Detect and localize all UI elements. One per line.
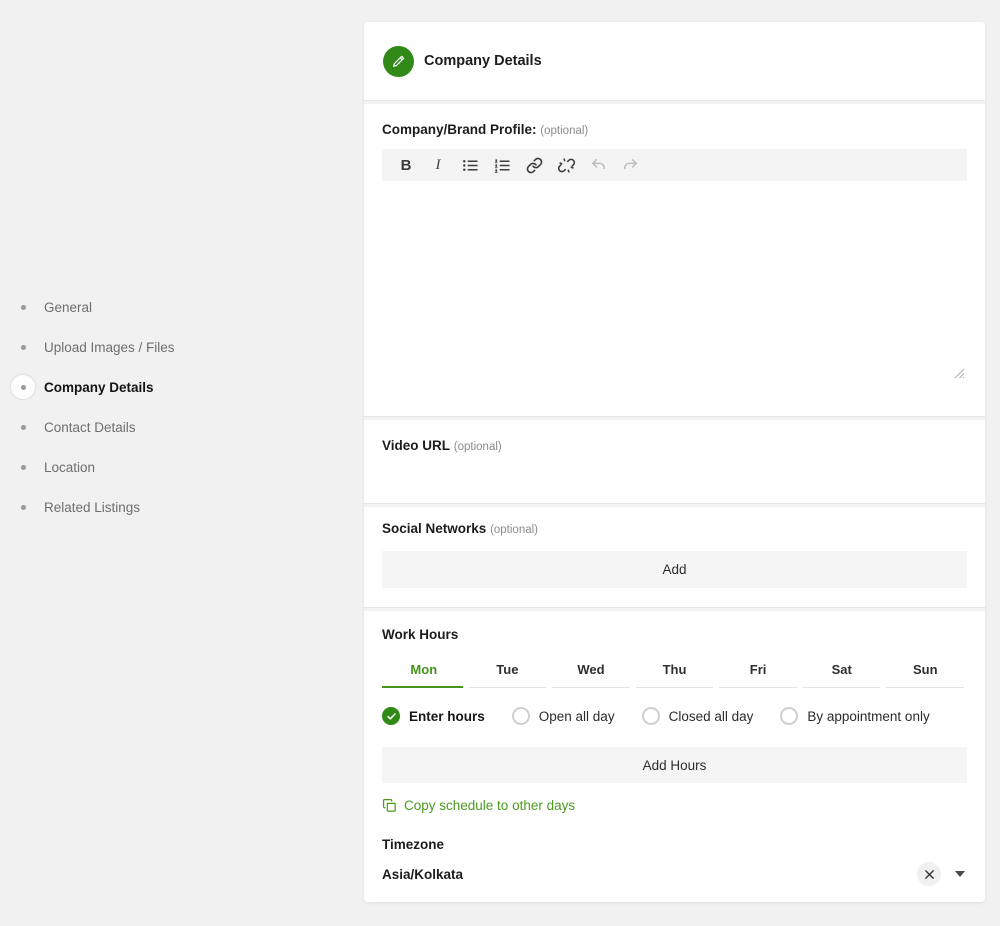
- add-hours-button[interactable]: Add Hours: [382, 747, 967, 783]
- company-details-panel: Company Details Company/Brand Profile: (…: [364, 22, 985, 902]
- video-url-section: Video URL (optional): [364, 420, 985, 503]
- sidebar-item-location[interactable]: Location: [10, 447, 340, 487]
- sidebar-item-label: Related Listings: [44, 500, 140, 515]
- radio-icon: [780, 707, 798, 725]
- add-social-network-button[interactable]: Add: [382, 551, 967, 588]
- sidebar-item-label: Upload Images / Files: [44, 340, 175, 355]
- sidebar-item-related-listings[interactable]: Related Listings: [10, 487, 340, 527]
- bullet-icon: [10, 334, 36, 360]
- sidebar-item-general[interactable]: General: [10, 287, 340, 327]
- timezone-label: Timezone: [382, 837, 967, 852]
- video-url-input[interactable]: [382, 459, 967, 489]
- copy-icon: [382, 798, 397, 813]
- radio-enter-hours[interactable]: Enter hours: [382, 707, 485, 725]
- timezone-select[interactable]: Asia/Kolkata: [382, 863, 967, 885]
- rich-text-editor: B I: [382, 149, 967, 390]
- company-brand-profile-section: Company/Brand Profile: (optional) B I: [364, 104, 985, 416]
- timezone-value: Asia/Kolkata: [382, 867, 917, 882]
- tab-wed[interactable]: Wed: [549, 662, 633, 688]
- sidebar-item-company-details[interactable]: Company Details: [10, 367, 340, 407]
- hours-mode-options: Enter hours Open all day Closed all day …: [382, 707, 967, 725]
- optional-hint: (optional): [540, 125, 588, 137]
- unlink-button[interactable]: [552, 152, 580, 178]
- profile-text-area[interactable]: [382, 181, 967, 390]
- social-networks-label: Social Networks (optional): [382, 521, 967, 536]
- copy-schedule-label: Copy schedule to other days: [404, 798, 575, 813]
- sidebar-item-contact-details[interactable]: Contact Details: [10, 407, 340, 447]
- undo-button[interactable]: [584, 152, 612, 178]
- edit-pencil-icon: [383, 46, 414, 77]
- bullet-icon: [10, 374, 36, 400]
- close-icon: [924, 869, 935, 880]
- resize-handle-icon[interactable]: [954, 366, 965, 384]
- tab-sun[interactable]: Sun: [883, 662, 967, 688]
- company-brand-profile-label: Company/Brand Profile: (optional): [382, 122, 967, 137]
- sidebar-item-label: General: [44, 300, 92, 315]
- bullet-icon: [10, 454, 36, 480]
- sidebar-item-label: Contact Details: [44, 420, 136, 435]
- optional-hint: (optional): [490, 524, 538, 536]
- sidebar-item-label: Company Details: [44, 380, 154, 395]
- sidebar-item-label: Location: [44, 460, 95, 475]
- radio-by-appointment-only[interactable]: By appointment only: [780, 707, 929, 725]
- chevron-down-icon[interactable]: [955, 871, 965, 877]
- radio-open-all-day[interactable]: Open all day: [512, 707, 615, 725]
- tab-mon[interactable]: Mon: [382, 662, 466, 688]
- redo-button[interactable]: [616, 152, 644, 178]
- tab-sat[interactable]: Sat: [800, 662, 884, 688]
- panel-header: Company Details: [364, 22, 985, 100]
- radio-checked-icon: [382, 707, 400, 725]
- ordered-list-button[interactable]: [488, 152, 516, 178]
- day-tabs: Mon Tue Wed Thu Fri Sat Sun: [382, 662, 967, 688]
- radio-icon: [512, 707, 530, 725]
- editor-toolbar: B I: [382, 149, 967, 181]
- unordered-list-button[interactable]: [456, 152, 484, 178]
- page-background: General Upload Images / Files Company De…: [0, 0, 1000, 926]
- page-title: Company Details: [424, 53, 542, 69]
- bullet-icon: [10, 494, 36, 520]
- work-hours-label: Work Hours: [382, 627, 967, 642]
- bold-button[interactable]: B: [392, 152, 420, 178]
- bullet-icon: [10, 414, 36, 440]
- link-button[interactable]: [520, 152, 548, 178]
- social-networks-section: Social Networks (optional) Add: [364, 507, 985, 607]
- tab-tue[interactable]: Tue: [466, 662, 550, 688]
- tab-thu[interactable]: Thu: [633, 662, 717, 688]
- copy-schedule-link[interactable]: Copy schedule to other days: [382, 798, 575, 813]
- step-sidebar: General Upload Images / Files Company De…: [10, 287, 340, 527]
- radio-icon: [642, 707, 660, 725]
- italic-button[interactable]: I: [424, 152, 452, 178]
- video-url-label: Video URL (optional): [382, 438, 967, 453]
- work-hours-section: Work Hours Mon Tue Wed Thu Fri Sat Sun E…: [364, 611, 985, 902]
- radio-closed-all-day[interactable]: Closed all day: [642, 707, 754, 725]
- clear-timezone-button[interactable]: [917, 862, 941, 886]
- sidebar-item-upload-images-files[interactable]: Upload Images / Files: [10, 327, 340, 367]
- tab-fri[interactable]: Fri: [716, 662, 800, 688]
- bullet-icon: [10, 294, 36, 320]
- optional-hint: (optional): [454, 441, 502, 453]
